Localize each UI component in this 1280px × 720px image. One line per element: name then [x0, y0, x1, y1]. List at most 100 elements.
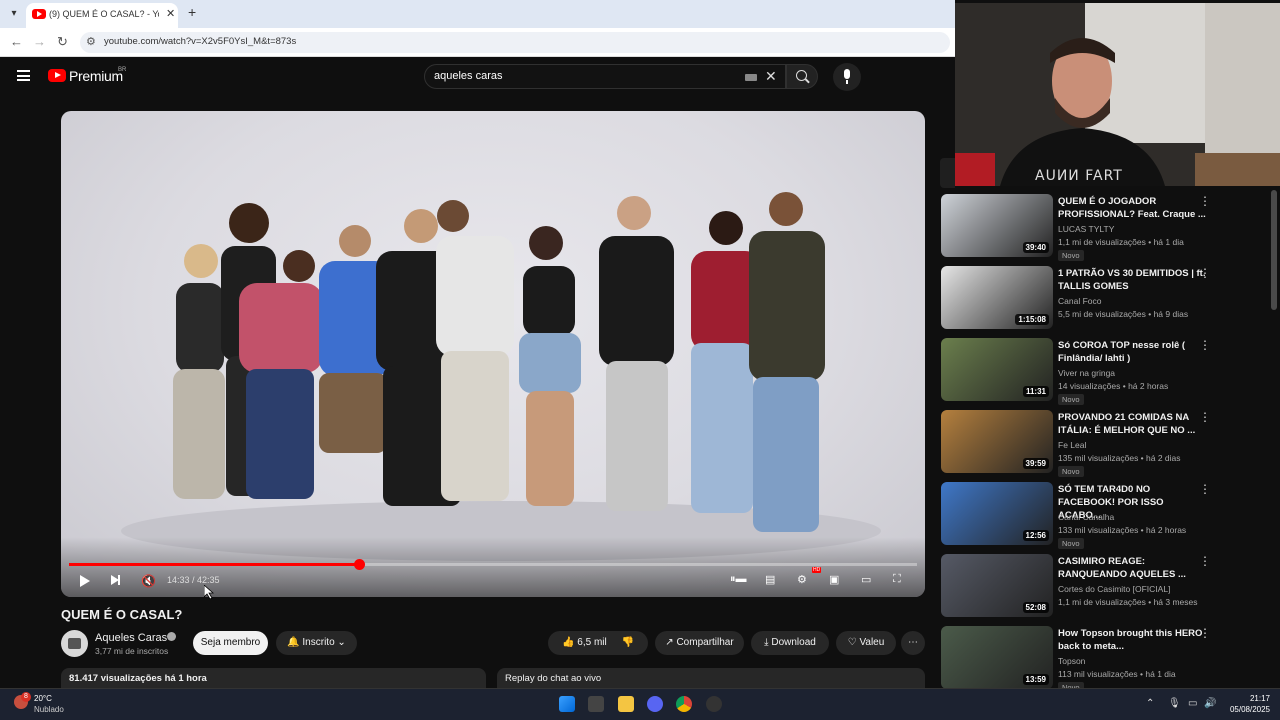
recommendation-channel[interactable]: Fe Leal — [1058, 440, 1086, 450]
theater-mode-icon[interactable]: ▭ — [861, 573, 871, 586]
video-thumbnail[interactable]: 39:40 — [941, 194, 1053, 257]
recommendation-channel[interactable]: LUCAS TYLTY — [1058, 224, 1114, 234]
tab-search-chevron-icon[interactable]: ▾ — [6, 6, 22, 22]
recommendation-meta: 1,1 mi de visualizações • há 1 dia — [1058, 237, 1184, 247]
recommendation-title[interactable]: QUEM É O JOGADOR PROFISSIONAL? Feat. Cra… — [1058, 195, 1208, 221]
system-clock[interactable]: 21:17 05/08/2025 — [1218, 693, 1270, 715]
muted-volume-icon[interactable]: 🔇 — [141, 574, 156, 588]
recommendation-item[interactable]: 13:59 How Topson brought this HERO back t… — [941, 626, 1241, 693]
menu-icon[interactable] — [17, 70, 30, 81]
more-options-icon[interactable]: ⋮ — [1199, 626, 1211, 640]
subtitles-icon[interactable]: ▤ — [765, 573, 775, 586]
recommendation-title[interactable]: CASIMIRO REAGE: RANQUEANDO AQUELES ... — [1058, 555, 1208, 581]
video-frame-group-photo — [121, 192, 881, 561]
video-thumbnail[interactable]: 12:56 — [941, 482, 1053, 545]
browser-tab[interactable]: (9) QUEM É O CASAL? - YouTube ✕ — [26, 3, 178, 28]
autoplay-toggle-icon[interactable]: ⏸▬ — [730, 573, 747, 586]
file-explorer-icon[interactable] — [618, 696, 634, 712]
video-thumbnail[interactable]: 13:59 — [941, 626, 1053, 689]
search-input[interactable]: aqueles caras ✕ — [424, 64, 786, 89]
recommendation-item[interactable]: 52:08 CASIMIRO REAGE: RANQUEANDO AQUELES … — [941, 554, 1241, 619]
more-options-icon[interactable]: ⋮ — [1199, 482, 1211, 496]
recommendation-item[interactable]: 12:56 SÓ TEM TAR4D0 NO FACEBOOK! POR ISSO… — [941, 482, 1241, 549]
more-options-icon[interactable]: ⋮ — [1199, 338, 1211, 352]
close-tab-icon[interactable]: ✕ — [166, 7, 175, 20]
forward-arrow-icon[interactable]: → — [33, 34, 46, 49]
chat-replay-box[interactable]: Replay do chat ao vivo — [497, 668, 925, 688]
channel-avatar[interactable] — [61, 630, 88, 657]
recommendation-meta: 113 mil visualizações • há 1 dia — [1058, 669, 1176, 679]
webcam-overlay: AUИИ FART — [955, 3, 1280, 186]
next-icon[interactable] — [111, 575, 120, 585]
recommendation-title[interactable]: Só COROA TOP nesse rolê ( Finlândia/ lah… — [1058, 339, 1208, 365]
site-info-icon[interactable]: ⚙ — [86, 35, 96, 48]
keyboard-icon[interactable] — [745, 74, 757, 81]
shirt-text: AUИИ FART — [1035, 168, 1123, 184]
description-box[interactable]: 81.417 visualizações há 1 hora — [61, 668, 486, 688]
download-button[interactable]: ⤓ Download — [751, 631, 829, 655]
like-button[interactable]: 👍 6,5 mil — [562, 637, 607, 648]
task-view-icon[interactable] — [588, 696, 604, 712]
join-button[interactable]: Seja membro — [193, 631, 268, 655]
dislike-button[interactable]: 👎 — [622, 637, 634, 648]
progress-bar[interactable] — [69, 559, 917, 570]
recommendation-item[interactable]: 39:59 PROVANDO 21 COMIDAS NA ITÁLIA: É ME… — [941, 410, 1241, 477]
back-arrow-icon[interactable]: ← — [10, 34, 23, 49]
views-line: 81.417 visualizações há 1 hora — [69, 673, 207, 684]
recommendation-channel[interactable]: Topson — [1058, 656, 1085, 666]
recommendation-title[interactable]: How Topson brought this HERO back to met… — [1058, 627, 1208, 653]
video-duration: 13:59 — [1022, 674, 1049, 685]
new-tab-icon[interactable]: + — [188, 4, 196, 20]
more-options-icon[interactable]: ⋮ — [1199, 266, 1211, 280]
channel-name[interactable]: Aqueles Caras — [95, 632, 167, 644]
recommendation-item[interactable]: 1:15:08 1 PATRÃO VS 30 DEMITIDOS | ft. TA… — [941, 266, 1241, 331]
recommendation-title[interactable]: 1 PATRÃO VS 30 DEMITIDOS | ft. TALLIS GO… — [1058, 267, 1208, 293]
reload-icon[interactable]: ↻ — [57, 34, 68, 50]
url-field[interactable]: ⚙ youtube.com/watch?v=X2v5F0YsI_M&t=873s — [80, 32, 950, 53]
recommendation-channel[interactable]: Canal Foco — [1058, 296, 1101, 306]
video-thumbnail[interactable]: 39:59 — [941, 410, 1053, 473]
chevron-down-icon: ⌄ — [334, 637, 346, 648]
like-count: 6,5 mil — [577, 637, 607, 648]
thanks-button[interactable]: ♡ Valeu — [836, 631, 896, 655]
video-thumbnail[interactable]: 52:08 — [941, 554, 1053, 617]
chrome-icon[interactable] — [676, 696, 692, 712]
discord-icon[interactable] — [647, 696, 663, 712]
new-badge: Novo — [1058, 466, 1084, 477]
video-duration: 12:56 — [1022, 530, 1049, 541]
video-thumbnail[interactable]: 11:31 — [941, 338, 1053, 401]
recommendation-item[interactable]: 39:40 QUEM É O JOGADOR PROFISSIONAL? Feat… — [941, 194, 1241, 261]
fullscreen-icon[interactable]: ⛶ — [893, 573, 901, 586]
volume-icon[interactable]: 🔊 — [1204, 698, 1216, 709]
video-thumbnail[interactable]: 1:15:08 — [941, 266, 1053, 329]
sidebar-scrollbar[interactable] — [1271, 190, 1277, 310]
recommendation-title[interactable]: PROVANDO 21 COMIDAS NA ITÁLIA: É MELHOR … — [1058, 411, 1208, 437]
microphone-tray-icon[interactable]: 🎙 — [1168, 698, 1181, 709]
play-icon[interactable] — [80, 575, 90, 587]
subscriber-count: 3,77 mi de inscritos — [95, 646, 169, 656]
player-controls-gradient — [61, 537, 925, 597]
video-player[interactable]: 🔇 14:33 / 42:35 ⏸▬ ▤ ⚙ HD ▣ ▭ ⛶ — [61, 111, 925, 597]
recommendation-channel[interactable]: Viver na gringa — [1058, 368, 1115, 378]
settings-gear-icon[interactable]: ⚙ — [797, 573, 807, 586]
obs-icon[interactable] — [706, 696, 722, 712]
windows-start-icon[interactable] — [559, 696, 575, 712]
logo-text[interactable]: Premium — [69, 68, 123, 84]
voice-search-mic-icon[interactable] — [833, 63, 861, 91]
search-button[interactable] — [786, 64, 818, 89]
network-icon[interactable]: ▭ — [1188, 698, 1197, 709]
tray-chevron-up-icon[interactable]: ⌃ — [1146, 698, 1154, 709]
more-options-icon[interactable]: ⋮ — [1199, 410, 1211, 424]
more-options-icon[interactable]: ⋮ — [1199, 194, 1211, 208]
clear-search-icon[interactable]: ✕ — [765, 68, 777, 85]
recommendation-item[interactable]: 11:31 Só COROA TOP nesse rolê ( Finlândia… — [941, 338, 1241, 405]
youtube-logo-icon[interactable] — [48, 69, 66, 82]
subscribed-button[interactable]: 🔔 Inscrito ⌄ — [276, 631, 357, 655]
share-button[interactable]: ↗ Compartilhar — [655, 631, 744, 655]
miniplayer-icon[interactable]: ▣ — [829, 573, 839, 586]
more-options-icon[interactable]: ⋮ — [1199, 554, 1211, 568]
progress-scrubber[interactable] — [354, 559, 366, 570]
recommendation-channel[interactable]: Canal Canalha — [1058, 512, 1114, 522]
more-actions-icon[interactable]: ⋯ — [901, 631, 925, 655]
recommendation-channel[interactable]: Cortes do Casimito [OFICIAL] — [1058, 584, 1170, 594]
